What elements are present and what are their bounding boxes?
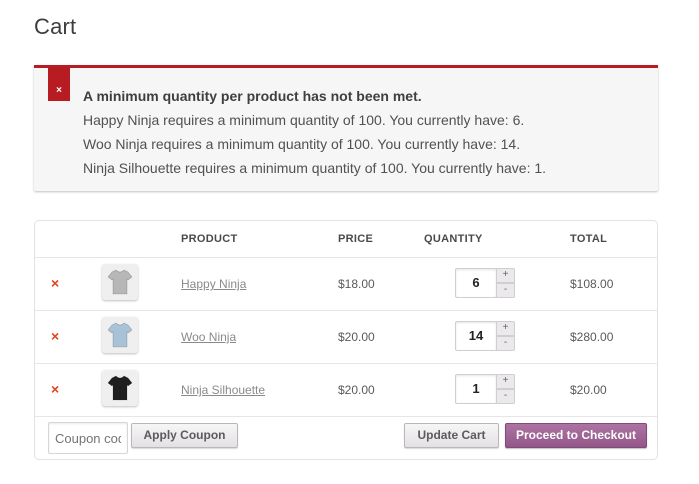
product-thumbnail[interactable] (102, 317, 138, 353)
proceed-to-checkout-button[interactable]: Proceed to Checkout (505, 423, 647, 448)
product-thumbnail[interactable] (102, 264, 138, 300)
decrement-button[interactable]: - (496, 389, 515, 404)
cart-table-header: PRODUCT PRICE QUANTITY TOTAL (35, 221, 657, 258)
cart-row: × Ninja Silhouette $20.00 1 + - $20.00 (35, 364, 657, 417)
quantity-input[interactable]: 14 (455, 321, 497, 351)
black-tshirt-icon (108, 375, 132, 401)
unit-price: $20.00 (338, 330, 375, 344)
coupon-code-input[interactable] (48, 422, 128, 454)
header-total: TOTAL (570, 233, 608, 245)
light-blue-tshirt-icon (108, 322, 132, 348)
unit-price: $20.00 (338, 383, 375, 397)
notice-message: Ninja Silhouette requires a minimum quan… (83, 160, 547, 176)
cart-row: × Woo Ninja $20.00 14 + - $280.00 (35, 311, 657, 364)
error-notice: × A minimum quantity per product has not… (34, 65, 658, 191)
cart-row: × Happy Ninja $18.00 6 + - $108.00 (35, 258, 657, 311)
remove-item-button[interactable]: × (51, 276, 59, 290)
product-link[interactable]: Happy Ninja (181, 277, 246, 291)
notice-heading: A minimum quantity per product has not b… (83, 88, 422, 104)
line-total: $280.00 (570, 330, 614, 344)
increment-button[interactable]: + (496, 374, 515, 389)
increment-button[interactable]: + (496, 268, 515, 283)
header-quantity: QUANTITY (424, 233, 483, 245)
notice-message: Woo Ninja requires a minimum quantity of… (83, 136, 521, 152)
product-link[interactable]: Woo Ninja (181, 330, 236, 344)
cart-table: PRODUCT PRICE QUANTITY TOTAL × Happy Nin… (34, 220, 658, 460)
notice-message: Happy Ninja requires a minimum quantity … (83, 112, 525, 128)
decrement-button[interactable]: - (496, 336, 515, 351)
product-link[interactable]: Ninja Silhouette (181, 383, 265, 397)
quantity-stepper: 14 + - (455, 321, 515, 351)
quantity-input[interactable]: 6 (455, 268, 497, 298)
header-product: PRODUCT (181, 233, 238, 245)
quantity-stepper: 6 + - (455, 268, 515, 298)
line-total: $108.00 (570, 277, 614, 291)
line-total: $20.00 (570, 383, 607, 397)
unit-price: $18.00 (338, 277, 375, 291)
quantity-stepper: 1 + - (455, 374, 515, 404)
cart-actions: Apply Coupon Update Cart Proceed to Chec… (35, 417, 657, 460)
remove-item-button[interactable]: × (51, 382, 59, 396)
apply-coupon-button[interactable]: Apply Coupon (131, 423, 238, 448)
remove-item-button[interactable]: × (51, 329, 59, 343)
notice-messages: A minimum quantity per product has not b… (83, 84, 546, 180)
error-icon: × (48, 65, 70, 101)
header-price: PRICE (338, 233, 374, 245)
update-cart-button[interactable]: Update Cart (404, 423, 499, 448)
product-thumbnail[interactable] (102, 370, 138, 406)
decrement-button[interactable]: - (496, 283, 515, 298)
quantity-input[interactable]: 1 (455, 374, 497, 404)
increment-button[interactable]: + (496, 321, 515, 336)
gray-tshirt-icon (108, 269, 132, 295)
page-title: Cart (34, 14, 77, 39)
